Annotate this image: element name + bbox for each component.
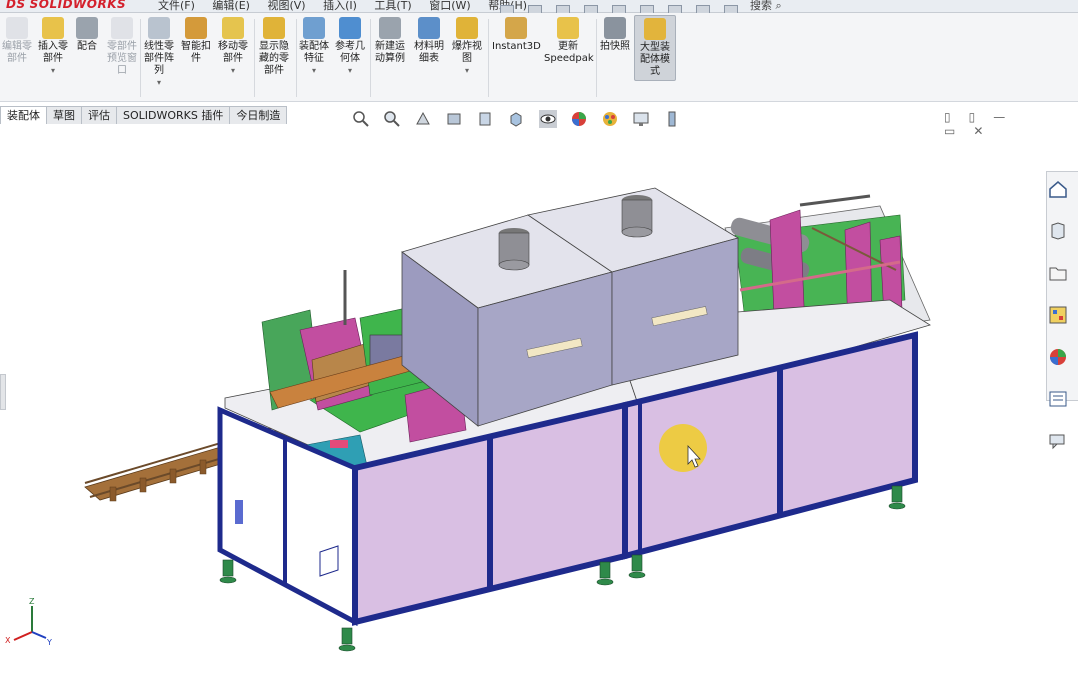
mate-button[interactable]: 配合 (74, 17, 100, 53)
zoom-area-icon[interactable] (383, 110, 401, 128)
preview-window-button[interactable]: 零部件预览窗口 (104, 17, 140, 77)
move-component-button[interactable]: 移动零部件 ▾ (216, 17, 250, 77)
tab-assembly[interactable]: 装配体 (0, 106, 47, 124)
axis-y-label: Y (46, 638, 52, 647)
assembly-feature-button[interactable]: 装配体特征 ▾ (298, 17, 330, 77)
zoom-to-fit-icon[interactable] (352, 110, 370, 128)
hide-show-items-icon[interactable] (570, 110, 588, 128)
dynamic-annotation-icon[interactable] (476, 110, 494, 128)
edit-component-button[interactable]: 编辑零部件 (2, 17, 32, 65)
bom-icon (418, 17, 440, 39)
new-motion-study-button[interactable]: 新建运动算例 (372, 17, 408, 65)
home-icon[interactable] (1047, 178, 1069, 200)
view-orientation-icon[interactable] (507, 110, 525, 128)
menu-file[interactable]: 文件(F) (158, 0, 195, 12)
tile-left-icon[interactable]: ▯ (944, 110, 951, 124)
menu-window[interactable]: 窗口(W) (429, 0, 470, 12)
ribbon-separator (488, 19, 489, 97)
command-tabs: 装配体 草图 评估 SOLIDWORKS 插件 今日制造 (0, 104, 288, 124)
instant3d-icon (505, 17, 527, 39)
pattern-icon (148, 17, 170, 39)
graphics-area[interactable]: Z X Y (0, 130, 1046, 673)
motion-study-icon (379, 17, 401, 39)
tab-manufacture[interactable]: 今日制造 (229, 106, 288, 124)
move-component-icon (222, 17, 244, 39)
exploded-view-button[interactable]: 爆炸视图 ▾ (450, 17, 484, 77)
menu-insert[interactable]: 插入(I) (323, 0, 357, 12)
tab-addins[interactable]: SOLIDWORKS 插件 (116, 106, 231, 124)
command-manager: 编辑零部件 插入零部件 ▾ 配合 零部件预览窗口 线性零部件阵列 ▾ 智能扣件 移动… (0, 13, 1078, 102)
assembly-feature-icon (303, 17, 325, 39)
menu-view[interactable]: 视图(V) (267, 0, 305, 12)
quick-access-toolbar (500, 0, 752, 15)
axis-x-label: X (5, 636, 11, 645)
search-label: 搜索 (750, 0, 772, 12)
preview-icon (111, 17, 133, 39)
mate-icon (76, 17, 98, 39)
menu-edit[interactable]: 编辑(E) (212, 0, 250, 12)
edit-component-icon (6, 17, 28, 39)
search-area[interactable]: 搜索 ⌕ (750, 0, 782, 13)
file-explorer-icon[interactable] (1047, 262, 1069, 284)
menu-tools[interactable]: 工具(T) (374, 0, 411, 12)
update-speedpak-button[interactable]: 更新 Speedpak (544, 17, 594, 65)
bom-button[interactable]: 材料明细表 (412, 17, 446, 65)
coordinate-triad: Z X Y (5, 597, 52, 647)
ribbon-separator (140, 19, 141, 97)
ref-geometry-icon (339, 17, 361, 39)
menu-bar: 文件(F) 编辑(E) 视图(V) 插入(I) 工具(T) 窗口(W) 帮助(H… (158, 0, 541, 13)
assembly-model: Z X Y (5, 187, 931, 652)
show-hidden-icon (263, 17, 285, 39)
section-view-icon[interactable] (445, 110, 463, 128)
axis-z-label: Z (29, 597, 35, 606)
solidworks-logo: DS SOLIDWORKS (6, 0, 127, 11)
view-palette-icon[interactable] (1047, 304, 1069, 326)
insert-component-button[interactable]: 插入零部件 ▾ (36, 17, 70, 77)
large-assembly-icon (644, 18, 666, 40)
tab-sketch[interactable]: 草图 (46, 106, 82, 124)
large-assembly-mode-button[interactable]: 大型装配体模式 (634, 15, 676, 81)
cursor-highlight (659, 424, 707, 472)
view-settings-icon[interactable] (663, 110, 681, 128)
ref-geometry-button[interactable]: 参考几何体 ▾ (334, 17, 366, 77)
design-library-icon[interactable] (1047, 220, 1069, 242)
apply-scene-icon[interactable] (632, 110, 650, 128)
previous-view-icon[interactable] (414, 110, 432, 128)
speedpak-icon (557, 17, 579, 39)
display-style-icon[interactable] (538, 109, 557, 128)
linear-pattern-button[interactable]: 线性零部件阵列 ▾ (142, 17, 176, 89)
feature-manager-collapse-handle[interactable] (0, 374, 6, 410)
insert-component-icon (42, 17, 64, 39)
ribbon-separator (370, 19, 371, 97)
smart-fastener-icon (185, 17, 207, 39)
ribbon-separator (596, 19, 597, 97)
instant3d-button[interactable]: Instant3D (492, 17, 541, 53)
ribbon-separator (296, 19, 297, 97)
smart-fastener-button[interactable]: 智能扣件 (180, 17, 212, 65)
tile-right-icon[interactable]: ▯ (969, 110, 976, 124)
forum-icon[interactable] (1047, 430, 1069, 452)
minimize-icon[interactable]: — (993, 110, 1005, 124)
task-pane (1046, 171, 1078, 450)
show-hidden-button[interactable]: 显示隐藏的零部件 (256, 17, 292, 77)
snapshot-icon (604, 17, 626, 39)
custom-properties-icon[interactable] (1047, 388, 1069, 410)
title-bar: DS SOLIDWORKS 文件(F) 编辑(E) 视图(V) 插入(I) 工具(… (0, 0, 1078, 15)
snapshot-button[interactable]: 拍快照 (598, 17, 632, 53)
tab-evaluate[interactable]: 评估 (81, 106, 117, 124)
exploded-view-icon (456, 17, 478, 39)
edit-appearance-icon[interactable] (601, 110, 619, 128)
appearances-icon[interactable] (1047, 346, 1069, 368)
ribbon-separator (254, 19, 255, 97)
heads-up-toolbar (352, 108, 689, 130)
